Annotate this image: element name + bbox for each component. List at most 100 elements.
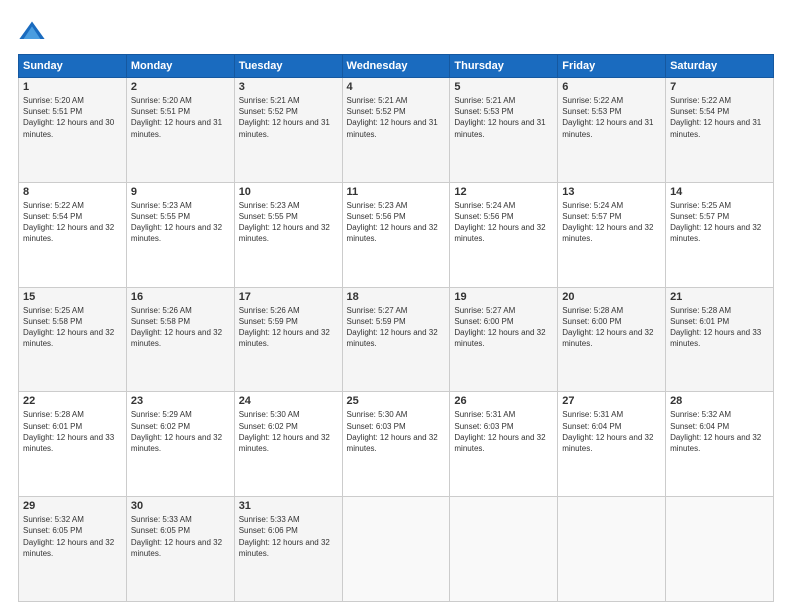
calendar-cell: 3 Sunrise: 5:21 AMSunset: 5:52 PMDaylight… <box>234 78 342 183</box>
day-number: 21 <box>670 291 769 303</box>
calendar-cell: 9 Sunrise: 5:23 AMSunset: 5:55 PMDaylight… <box>126 182 234 287</box>
day-info: Sunrise: 5:22 AMSunset: 5:54 PMDaylight:… <box>23 200 122 245</box>
logo-icon <box>18 18 46 46</box>
calendar-cell: 14 Sunrise: 5:25 AMSunset: 5:57 PMDayligh… <box>666 182 774 287</box>
week-row-4: 22Sunrise: 5:28 AMSunset: 6:01 PMDayligh… <box>19 392 774 497</box>
day-info: Sunrise: 5:31 AMSunset: 6:04 PMDaylight:… <box>562 409 661 454</box>
day-info: Sunrise: 5:33 AMSunset: 6:06 PMDaylight:… <box>239 514 338 559</box>
day-info: Sunrise: 5:21 AMSunset: 5:53 PMDaylight:… <box>454 95 553 140</box>
day-info: Sunrise: 5:31 AMSunset: 6:03 PMDaylight:… <box>454 409 553 454</box>
day-number: 29 <box>23 500 122 512</box>
calendar-cell: 23 Sunrise: 5:29 AMSunset: 6:02 PMDayligh… <box>126 392 234 497</box>
week-row-1: 1 Sunrise: 5:20 AMSunset: 5:51 PMDaylight… <box>19 78 774 183</box>
calendar-cell: 6 Sunrise: 5:22 AMSunset: 5:53 PMDaylight… <box>558 78 666 183</box>
day-number: 22 <box>23 395 122 407</box>
day-number: 26 <box>454 395 553 407</box>
day-info: Sunrise: 5:24 AMSunset: 5:57 PMDaylight:… <box>562 200 661 245</box>
day-info: Sunrise: 5:20 AMSunset: 5:51 PMDaylight:… <box>131 95 230 140</box>
day-info: Sunrise: 5:28 AMSunset: 6:01 PMDaylight:… <box>670 305 769 350</box>
day-info: Sunrise: 5:23 AMSunset: 5:56 PMDaylight:… <box>347 200 446 245</box>
calendar-cell: 29 Sunrise: 5:32 AMSunset: 6:05 PMDayligh… <box>19 497 127 602</box>
calendar-cell: 28 Sunrise: 5:32 AMSunset: 6:04 PMDayligh… <box>666 392 774 497</box>
calendar-cell: 7 Sunrise: 5:22 AMSunset: 5:54 PMDaylight… <box>666 78 774 183</box>
day-number: 30 <box>131 500 230 512</box>
calendar-cell: 22Sunrise: 5:28 AMSunset: 6:01 PMDayligh… <box>19 392 127 497</box>
calendar-cell <box>342 497 450 602</box>
calendar-cell: 1 Sunrise: 5:20 AMSunset: 5:51 PMDaylight… <box>19 78 127 183</box>
day-info: Sunrise: 5:32 AMSunset: 6:04 PMDaylight:… <box>670 409 769 454</box>
day-info: Sunrise: 5:23 AMSunset: 5:55 PMDaylight:… <box>239 200 338 245</box>
day-info: Sunrise: 5:21 AMSunset: 5:52 PMDaylight:… <box>239 95 338 140</box>
calendar-cell: 4 Sunrise: 5:21 AMSunset: 5:52 PMDaylight… <box>342 78 450 183</box>
day-number: 27 <box>562 395 661 407</box>
calendar-cell <box>666 497 774 602</box>
day-info: Sunrise: 5:20 AMSunset: 5:51 PMDaylight:… <box>23 95 122 140</box>
week-row-5: 29 Sunrise: 5:32 AMSunset: 6:05 PMDayligh… <box>19 497 774 602</box>
day-number: 23 <box>131 395 230 407</box>
day-number: 3 <box>239 81 338 93</box>
calendar-cell: 24Sunrise: 5:30 AMSunset: 6:02 PMDayligh… <box>234 392 342 497</box>
logo <box>18 18 50 46</box>
day-number: 12 <box>454 186 553 198</box>
col-header-tuesday: Tuesday <box>234 55 342 78</box>
col-header-wednesday: Wednesday <box>342 55 450 78</box>
col-header-saturday: Saturday <box>666 55 774 78</box>
day-info: Sunrise: 5:33 AMSunset: 6:05 PMDaylight:… <box>131 514 230 559</box>
day-info: Sunrise: 5:29 AMSunset: 6:02 PMDaylight:… <box>131 409 230 454</box>
calendar-cell: 13 Sunrise: 5:24 AMSunset: 5:57 PMDayligh… <box>558 182 666 287</box>
calendar-cell: 15Sunrise: 5:25 AMSunset: 5:58 PMDayligh… <box>19 287 127 392</box>
day-number: 7 <box>670 81 769 93</box>
week-row-3: 15Sunrise: 5:25 AMSunset: 5:58 PMDayligh… <box>19 287 774 392</box>
day-info: Sunrise: 5:22 AMSunset: 5:53 PMDaylight:… <box>562 95 661 140</box>
day-info: Sunrise: 5:27 AMSunset: 6:00 PMDaylight:… <box>454 305 553 350</box>
calendar-cell: 27 Sunrise: 5:31 AMSunset: 6:04 PMDayligh… <box>558 392 666 497</box>
day-number: 25 <box>347 395 446 407</box>
day-number: 19 <box>454 291 553 303</box>
calendar-cell: 21 Sunrise: 5:28 AMSunset: 6:01 PMDayligh… <box>666 287 774 392</box>
calendar-cell: 17Sunrise: 5:26 AMSunset: 5:59 PMDayligh… <box>234 287 342 392</box>
day-number: 2 <box>131 81 230 93</box>
day-info: Sunrise: 5:25 AMSunset: 5:57 PMDaylight:… <box>670 200 769 245</box>
day-info: Sunrise: 5:30 AMSunset: 6:03 PMDaylight:… <box>347 409 446 454</box>
calendar-table: SundayMondayTuesdayWednesdayThursdayFrid… <box>18 54 774 602</box>
day-number: 8 <box>23 186 122 198</box>
day-number: 18 <box>347 291 446 303</box>
calendar-cell: 25 Sunrise: 5:30 AMSunset: 6:03 PMDayligh… <box>342 392 450 497</box>
day-number: 14 <box>670 186 769 198</box>
calendar-cell: 19 Sunrise: 5:27 AMSunset: 6:00 PMDayligh… <box>450 287 558 392</box>
col-header-monday: Monday <box>126 55 234 78</box>
calendar-cell <box>558 497 666 602</box>
calendar-cell: 20 Sunrise: 5:28 AMSunset: 6:00 PMDayligh… <box>558 287 666 392</box>
day-info: Sunrise: 5:23 AMSunset: 5:55 PMDaylight:… <box>131 200 230 245</box>
calendar-cell: 12Sunrise: 5:24 AMSunset: 5:56 PMDayligh… <box>450 182 558 287</box>
day-number: 28 <box>670 395 769 407</box>
day-info: Sunrise: 5:28 AMSunset: 6:00 PMDaylight:… <box>562 305 661 350</box>
day-number: 5 <box>454 81 553 93</box>
col-header-friday: Friday <box>558 55 666 78</box>
day-info: Sunrise: 5:22 AMSunset: 5:54 PMDaylight:… <box>670 95 769 140</box>
day-number: 6 <box>562 81 661 93</box>
calendar-cell: 2 Sunrise: 5:20 AMSunset: 5:51 PMDaylight… <box>126 78 234 183</box>
day-number: 15 <box>23 291 122 303</box>
col-header-thursday: Thursday <box>450 55 558 78</box>
day-info: Sunrise: 5:26 AMSunset: 5:58 PMDaylight:… <box>131 305 230 350</box>
day-number: 1 <box>23 81 122 93</box>
calendar-cell: 5 Sunrise: 5:21 AMSunset: 5:53 PMDaylight… <box>450 78 558 183</box>
calendar-cell <box>450 497 558 602</box>
calendar-cell: 11 Sunrise: 5:23 AMSunset: 5:56 PMDayligh… <box>342 182 450 287</box>
calendar-cell: 26 Sunrise: 5:31 AMSunset: 6:03 PMDayligh… <box>450 392 558 497</box>
week-row-2: 8 Sunrise: 5:22 AMSunset: 5:54 PMDaylight… <box>19 182 774 287</box>
calendar-cell: 30 Sunrise: 5:33 AMSunset: 6:05 PMDayligh… <box>126 497 234 602</box>
calendar-cell: 31 Sunrise: 5:33 AMSunset: 6:06 PMDayligh… <box>234 497 342 602</box>
day-info: Sunrise: 5:32 AMSunset: 6:05 PMDaylight:… <box>23 514 122 559</box>
calendar-cell: 18Sunrise: 5:27 AMSunset: 5:59 PMDayligh… <box>342 287 450 392</box>
calendar-cell: 10Sunrise: 5:23 AMSunset: 5:55 PMDayligh… <box>234 182 342 287</box>
day-number: 20 <box>562 291 661 303</box>
day-number: 11 <box>347 186 446 198</box>
day-info: Sunrise: 5:21 AMSunset: 5:52 PMDaylight:… <box>347 95 446 140</box>
day-number: 13 <box>562 186 661 198</box>
day-number: 9 <box>131 186 230 198</box>
day-info: Sunrise: 5:30 AMSunset: 6:02 PMDaylight:… <box>239 409 338 454</box>
day-number: 4 <box>347 81 446 93</box>
day-number: 31 <box>239 500 338 512</box>
